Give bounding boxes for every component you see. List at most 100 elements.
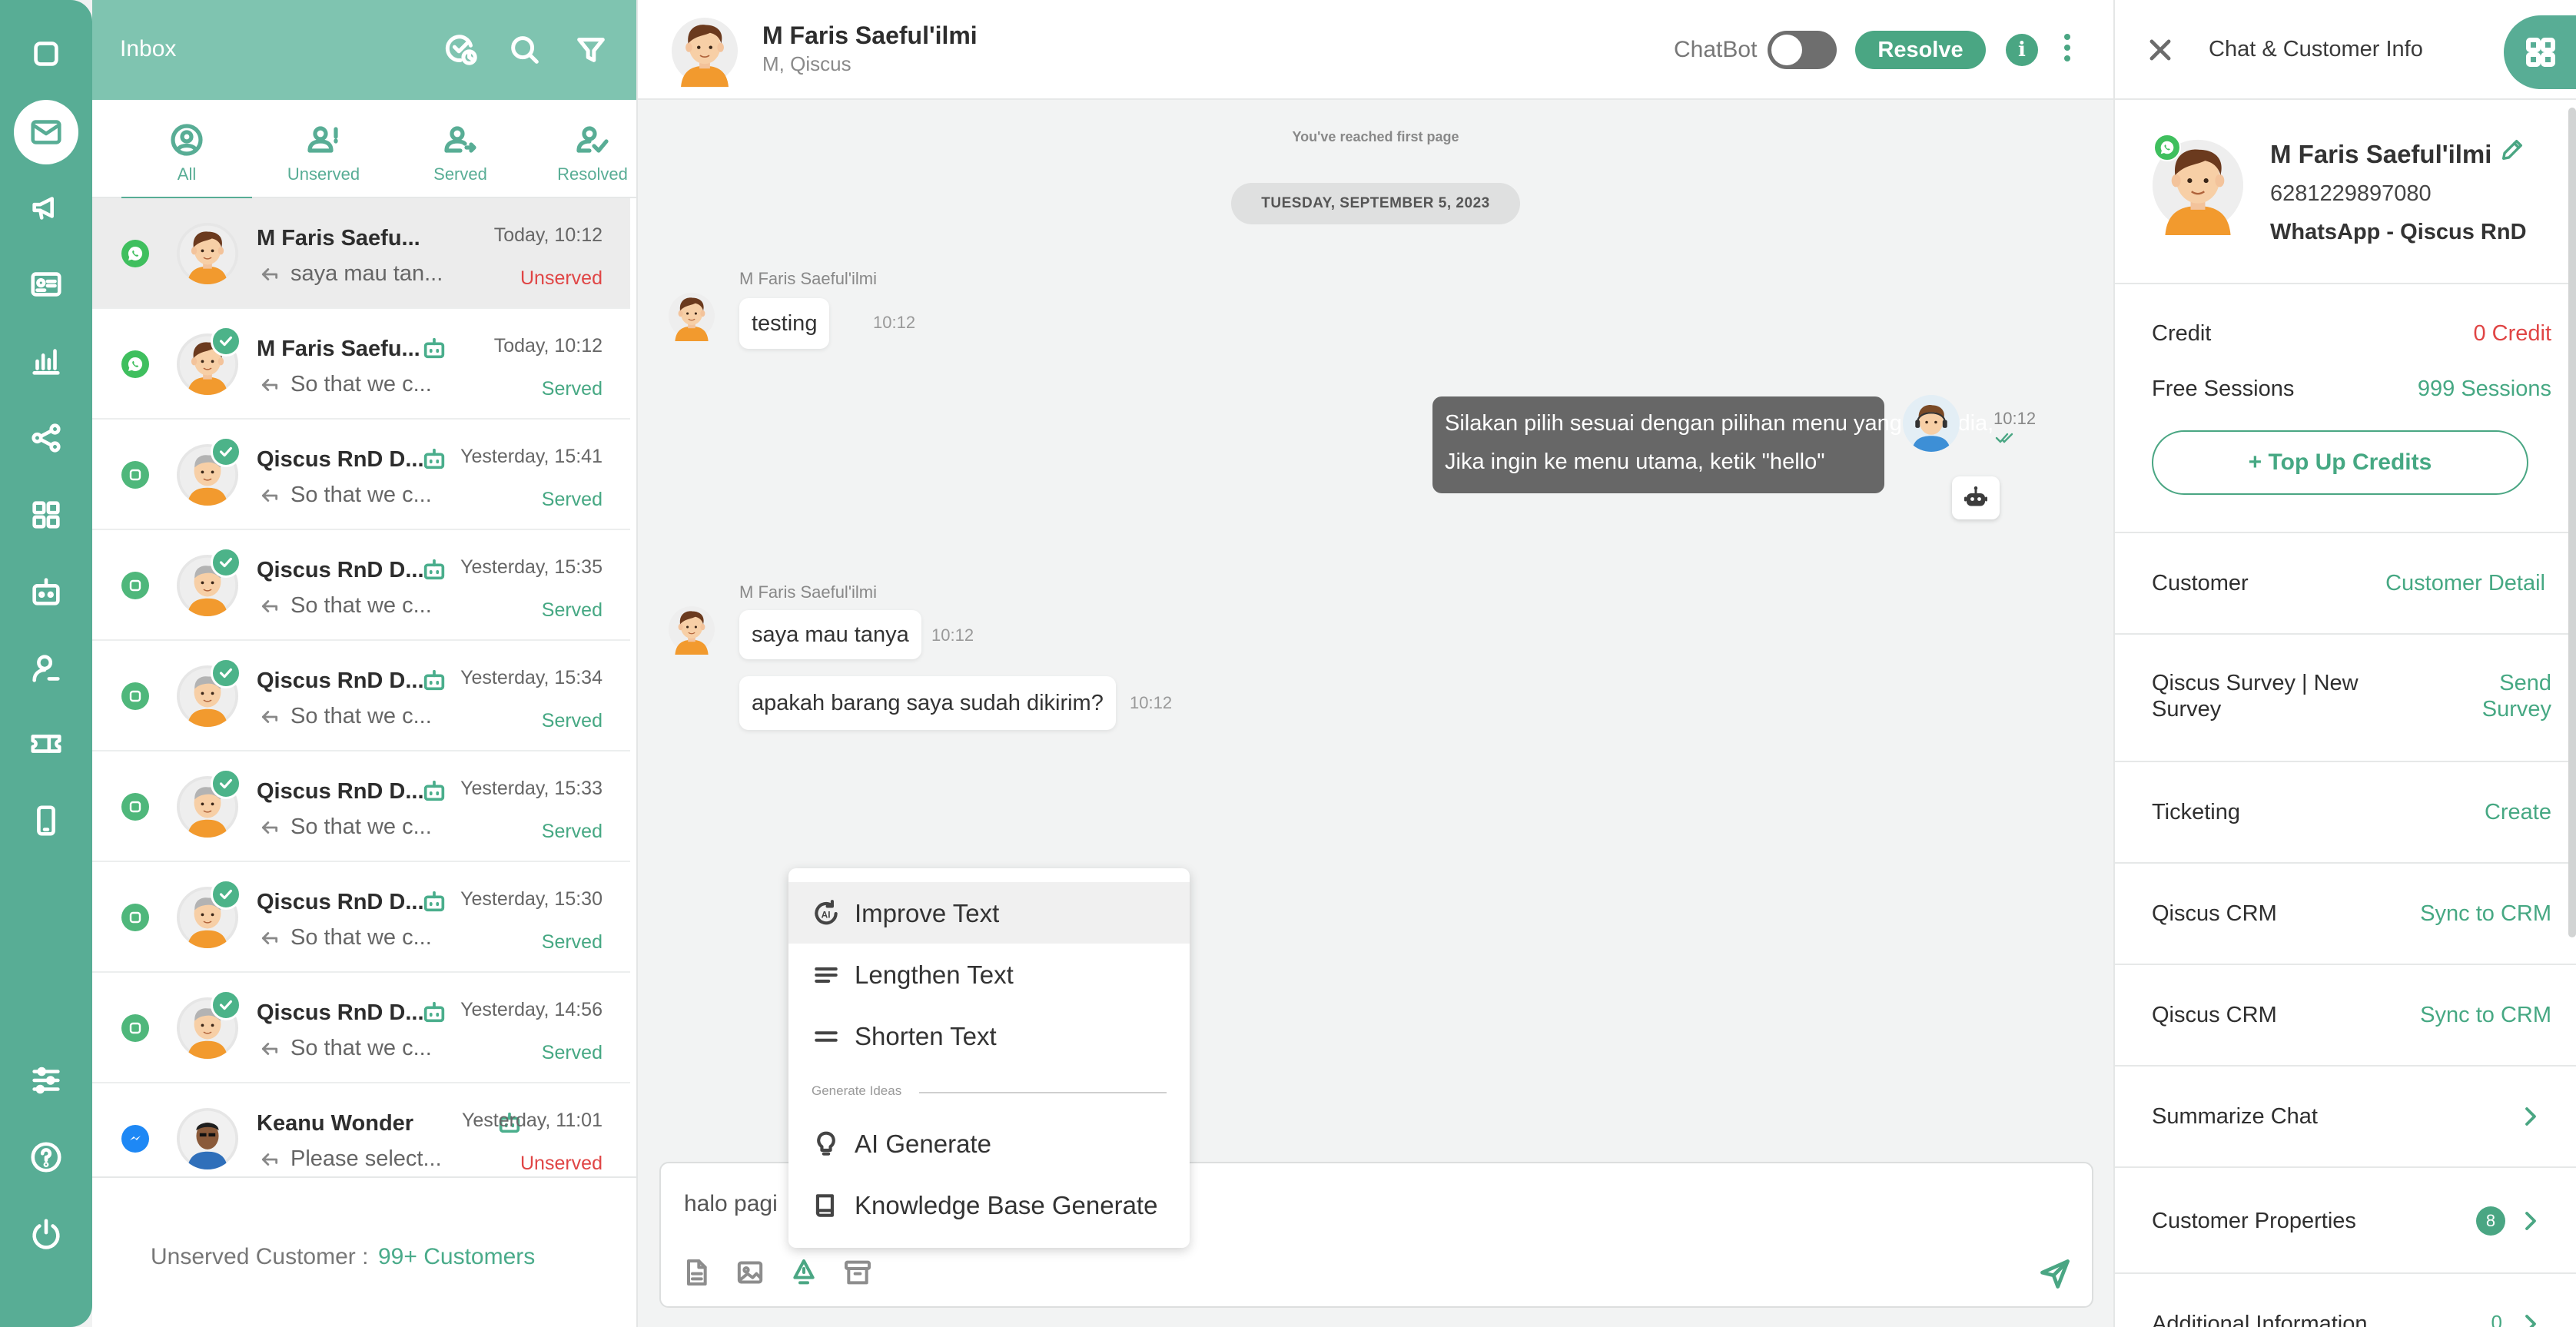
document-attach-icon[interactable] xyxy=(681,1257,715,1291)
first-page-notice: You've reached first page xyxy=(1292,129,1459,144)
filter-icon[interactable] xyxy=(569,28,613,72)
lengthen-text-option[interactable]: Lengthen Text xyxy=(788,944,1190,1005)
analytics-nav-icon[interactable] xyxy=(14,329,78,393)
conversation-name: Qiscus RnD D... xyxy=(257,779,424,804)
send-survey-line-1: Send xyxy=(2499,671,2551,695)
ai-generate-option[interactable]: AI Generate xyxy=(788,1113,1190,1174)
info-title: Chat & Customer Info xyxy=(2209,37,2423,61)
sync-to-crm-link[interactable]: Sync to CRM xyxy=(2420,901,2551,927)
ticket-nav-icon[interactable] xyxy=(14,712,78,776)
tab-all-label: All xyxy=(177,164,197,184)
shorten-text-option[interactable]: Shorten Text xyxy=(788,1005,1190,1067)
outgoing-message-line-1: Silakan pilih sesuai dengan pilihan menu… xyxy=(1445,411,1994,436)
create-ticket-link[interactable]: Create xyxy=(2485,799,2551,825)
tab-resolved-label: Resolved xyxy=(557,164,628,184)
contacts-nav-icon[interactable] xyxy=(14,252,78,317)
conversation-name: Qiscus RnD D... xyxy=(257,447,424,472)
edit-pencil-icon[interactable] xyxy=(2499,137,2525,167)
tab-unserved[interactable]: Unserved xyxy=(258,121,389,184)
chat-bubble-nav-icon[interactable] xyxy=(14,22,78,86)
conversation-name: Keanu Wonder xyxy=(257,1111,414,1136)
customer-detail-link[interactable]: Customer Detail xyxy=(2385,570,2545,596)
tab-served[interactable]: Served xyxy=(395,121,526,184)
status-badge: Unserved xyxy=(520,267,603,289)
conversation-item[interactable]: M Faris Saefu... Today, 10:12 So that we c… xyxy=(92,309,630,420)
bot-icon xyxy=(421,335,447,361)
check-time-icon[interactable] xyxy=(440,28,484,72)
lines-two-icon xyxy=(815,1031,838,1042)
message-sender: M Faris Saeful'ilmi xyxy=(739,582,878,602)
info-scrollbar[interactable] xyxy=(2568,108,2576,937)
chatbot-toggle[interactable] xyxy=(1768,31,1837,69)
image-attach-icon[interactable] xyxy=(735,1257,768,1291)
customer-properties-row[interactable]: Customer Properties 8 xyxy=(2115,1168,2576,1274)
integration-nav-icon[interactable] xyxy=(14,406,78,470)
conversation-item[interactable]: M Faris Saefu... Today, 10:12 saya mau tan… xyxy=(92,198,630,309)
conversation-item[interactable]: Keanu Wonder Yesterday, 11:01 Please selec… xyxy=(92,1083,630,1176)
conversation-item[interactable]: Qiscus RnD D... Yesterday, 15:41 So that w… xyxy=(92,420,630,530)
top-up-credits-button[interactable]: + Top Up Credits xyxy=(2152,430,2528,495)
resolve-button[interactable]: Resolve xyxy=(1855,31,1986,69)
conversation-preview: So that we c... xyxy=(290,925,432,950)
composer-input[interactable]: halo pagi xyxy=(684,1191,778,1217)
send-survey-link[interactable]: Send Survey xyxy=(2482,670,2551,722)
message-bubble: testing xyxy=(739,298,830,349)
message-time: 10:12 xyxy=(1993,409,2037,428)
send-icon[interactable] xyxy=(2038,1257,2072,1295)
knowledge-base-generate-option[interactable]: Knowledge Base Generate xyxy=(788,1174,1190,1236)
inbox-nav-icon[interactable] xyxy=(14,100,78,164)
info-icon[interactable]: i xyxy=(2006,34,2038,66)
credit-label: Credit xyxy=(2152,321,2212,346)
conversation-item[interactable]: Qiscus RnD D... Yesterday, 14:56 So that w… xyxy=(92,973,630,1083)
ai-assist-icon[interactable] xyxy=(788,1257,822,1291)
close-icon[interactable] xyxy=(2146,35,2175,68)
status-badge: Served xyxy=(541,599,603,621)
conversation-time: Yesterday, 11:01 xyxy=(461,1110,603,1131)
message-bubble: saya mau tanya xyxy=(739,610,921,659)
conversation-item[interactable]: Qiscus RnD D... Yesterday, 15:30 So that w… xyxy=(92,862,630,973)
check-icon xyxy=(211,768,241,799)
grid-icon[interactable] xyxy=(2504,15,2576,89)
reply-icon xyxy=(260,928,281,950)
conversation-item[interactable]: Qiscus RnD D... Yesterday, 15:35 So that w… xyxy=(92,530,630,641)
search-icon[interactable] xyxy=(503,28,547,72)
customer-info-panel: Chat & Customer Info M Faris Saeful'ilmi… xyxy=(2113,0,2576,1327)
status-badge: Served xyxy=(541,1042,603,1063)
bot-nav-icon[interactable] xyxy=(14,559,78,624)
unserved-customer-count[interactable]: 99+ Customers xyxy=(378,1244,535,1270)
conversation-preview: So that we c... xyxy=(290,483,432,507)
power-icon[interactable] xyxy=(14,1202,78,1266)
more-options-icon[interactable] xyxy=(2061,34,2073,68)
apps-nav-icon[interactable] xyxy=(14,483,78,547)
summarize-chat-row[interactable]: Summarize Chat xyxy=(2115,1067,2576,1168)
whatsapp-icon xyxy=(121,350,149,378)
inbox-header: Inbox xyxy=(92,0,636,100)
customer-label: Customer xyxy=(2152,571,2249,595)
knowledge-base-generate-label: Knowledge Base Generate xyxy=(855,1191,1158,1219)
customer-properties-label: Customer Properties xyxy=(2152,1209,2356,1233)
sync-to-crm-link[interactable]: Sync to CRM xyxy=(2420,1002,2551,1028)
mobile-nav-icon[interactable] xyxy=(14,788,78,853)
conversation-item[interactable]: Qiscus RnD D... Yesterday, 15:34 So that w… xyxy=(92,641,630,751)
conversation-item[interactable]: Qiscus RnD D... Yesterday, 15:33 So that w… xyxy=(92,751,630,862)
help-icon[interactable] xyxy=(14,1125,78,1189)
additional-information-row[interactable]: Additional Information 0 xyxy=(2115,1274,2576,1327)
conversation-name: M Faris Saefu... xyxy=(257,337,420,361)
inbox-footer: Unserved Customer : 99+ Customers xyxy=(92,1176,670,1327)
tab-all[interactable]: All xyxy=(121,121,252,201)
bot-icon xyxy=(421,556,447,582)
check-icon xyxy=(211,326,241,357)
improve-text-option[interactable]: AI Improve Text xyxy=(788,882,1190,944)
archive-icon[interactable] xyxy=(842,1257,876,1291)
send-survey-line-2: Survey xyxy=(2481,697,2551,722)
agent-avatar xyxy=(1903,395,1960,452)
shorten-text-label: Shorten Text xyxy=(855,1022,997,1050)
settings-sliders-icon[interactable] xyxy=(14,1048,78,1113)
check-icon xyxy=(211,436,241,467)
message-time: 10:12 xyxy=(1130,693,1173,712)
agent-nav-icon[interactable] xyxy=(14,636,78,701)
inbox-panel: Inbox All Unserved Served Resolved M Far… xyxy=(92,0,727,1327)
conversation-preview: So that we c... xyxy=(290,814,432,839)
bot-icon xyxy=(421,667,447,693)
broadcast-nav-icon[interactable] xyxy=(14,175,78,240)
